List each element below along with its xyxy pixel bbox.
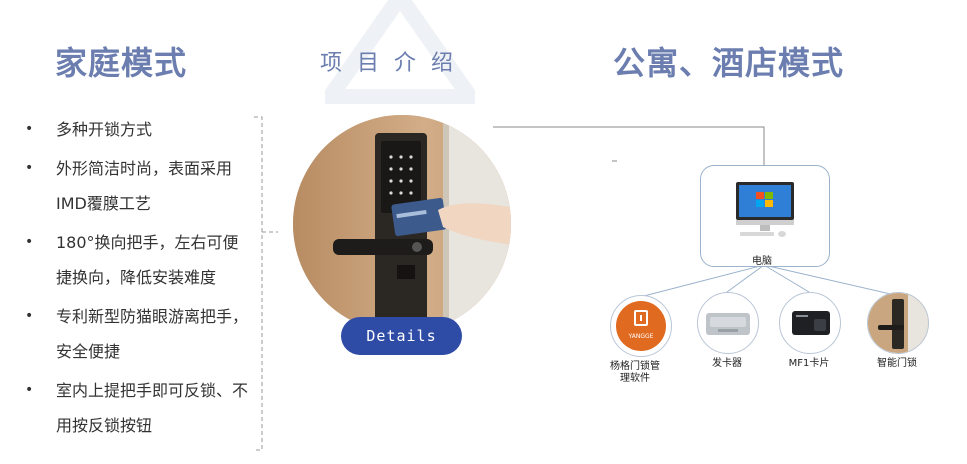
smart-lock-node xyxy=(867,292,929,354)
details-button[interactable]: Details xyxy=(341,317,462,355)
mf1-card-node xyxy=(779,292,841,354)
smart-lock-label: 智能门锁 xyxy=(877,358,917,369)
computer-label: 电脑 xyxy=(752,256,772,267)
product-photo xyxy=(293,115,511,333)
mf1-card-label: MF1卡片 xyxy=(788,358,830,369)
software-label: 杨格门锁管理软件 xyxy=(610,361,660,384)
card-issuer-node xyxy=(697,292,759,354)
yangge-logo-text: YANGGE xyxy=(628,333,654,340)
card-issuer-icon xyxy=(706,313,750,335)
computer-icon xyxy=(736,182,794,237)
mf1-card-icon xyxy=(792,311,830,335)
smart-lock-photo-icon xyxy=(293,115,511,333)
yangge-software-icon: YANGGE xyxy=(616,301,666,351)
card-issuer-label: 发卡器 xyxy=(712,358,742,369)
software-node: YANGGE xyxy=(610,295,672,357)
smart-lock-icon xyxy=(868,293,928,353)
